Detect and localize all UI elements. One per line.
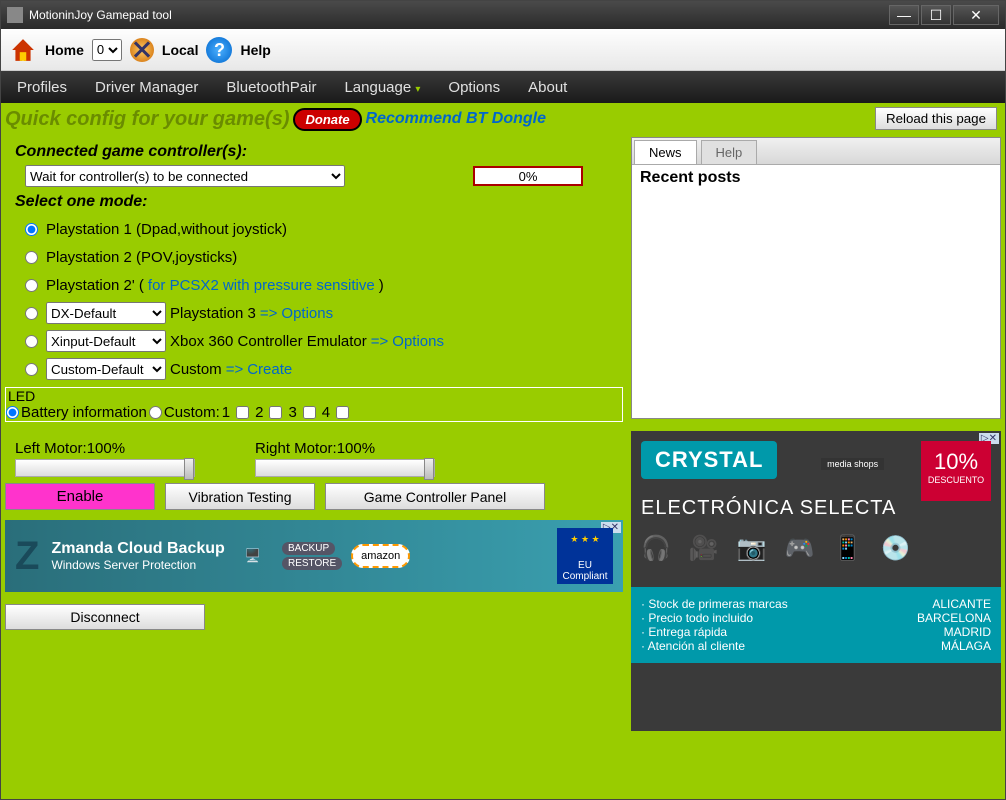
mode-ps2p-link[interactable]: for PCSX2 with pressure sensitive (148, 277, 375, 294)
mode-custom-select[interactable]: Custom-Default (46, 358, 166, 380)
eu-badge: EU Compliant (557, 528, 613, 584)
home-label[interactable]: Home (45, 42, 84, 58)
mode-ps2p-radio[interactable] (25, 279, 38, 292)
mode-title: Select one mode: (15, 193, 623, 211)
mode-ps2-label: Playstation 2 (POV,joysticks) (46, 249, 237, 266)
news-panel: News Help Recent posts (631, 137, 1001, 419)
menu-profiles[interactable]: Profiles (17, 79, 67, 96)
crystal-logo: CRYSTAL (641, 441, 777, 479)
zmanda-logo-icon: Z (15, 534, 39, 579)
app-window: MotioninJoy Gamepad tool — ☐ ✕ Home 0 Lo… (0, 0, 1006, 800)
mode-custom-label: Custom (170, 361, 222, 378)
headphones-icon: 🎧 (641, 534, 671, 563)
mode-dx-select[interactable]: DX-Default (46, 302, 166, 324)
phone-icon: 📱 (833, 534, 863, 563)
right-motor-slider[interactable] (255, 459, 435, 477)
controller-select[interactable]: Wait for controller(s) to be connected (25, 165, 345, 187)
chevron-down-icon: ▾ (415, 84, 420, 95)
titlebar[interactable]: MotioninJoy Gamepad tool — ☐ ✕ (1, 1, 1005, 29)
app-icon (7, 7, 23, 23)
vibration-testing-button[interactable]: Vibration Testing (165, 483, 315, 510)
mode-ps1-label: Playstation 1 (Dpad,without joystick) (46, 221, 287, 238)
window-title: MotioninJoy Gamepad tool (29, 8, 889, 22)
led-3-checkbox[interactable] (303, 406, 316, 419)
mode-ps2p-suffix: ) (379, 277, 384, 294)
menu-language[interactable]: Language ▾ (344, 79, 420, 96)
close-button[interactable]: ✕ (953, 5, 999, 25)
home-select[interactable]: 0 (92, 39, 122, 61)
local-icon[interactable] (130, 38, 154, 62)
side-ad[interactable]: ▷✕ CRYSTAL media shops 10% DESCUENTO ELE… (631, 431, 1001, 731)
led-title: LED (8, 388, 622, 404)
led-battery-label: Battery information (21, 404, 147, 421)
home-icon[interactable] (9, 37, 37, 63)
led-1-checkbox[interactable] (236, 406, 249, 419)
mode-xinput-select[interactable]: Xinput-Default (46, 330, 166, 352)
led-battery-radio[interactable] (6, 406, 19, 419)
recommend-link[interactable]: Recommend BT Dongle (366, 110, 546, 128)
mode-dx-options-link[interactable]: Options (281, 305, 333, 322)
maximize-button[interactable]: ☐ (921, 5, 951, 25)
ad-title: Zmanda Cloud Backup (51, 540, 224, 558)
ad-banner[interactable]: ▷✕ Z Zmanda Cloud Backup Windows Server … (5, 520, 623, 592)
tab-news[interactable]: News (634, 140, 697, 164)
toolbar: Home 0 Local ? Help (1, 29, 1005, 71)
camera-video-icon: 🎥 (689, 534, 719, 563)
menu-bluetooth-pair[interactable]: BluetoothPair (226, 79, 316, 96)
mode-xinput-options-link[interactable]: Options (392, 333, 444, 350)
side-panel: News Help Recent posts ▷✕ CRYSTAL media … (631, 137, 1001, 797)
menu-options[interactable]: Options (448, 79, 500, 96)
donate-button[interactable]: Donate (293, 108, 361, 131)
right-motor-label: Right Motor:100% (255, 440, 435, 457)
reload-button[interactable]: Reload this page (875, 107, 997, 130)
minimize-button[interactable]: — (889, 5, 919, 25)
mode-xinput-label: Xbox 360 Controller Emulator (170, 333, 367, 350)
server-icon: 🖥️ (245, 548, 261, 564)
disconnect-button[interactable]: Disconnect (5, 604, 205, 630)
led-4-checkbox[interactable] (336, 406, 349, 419)
led-custom-label: Custom: (164, 404, 220, 421)
led-section: LED Battery information Custom: 1 2 3 4 (5, 387, 623, 422)
left-motor-label: Left Motor:100% (15, 440, 195, 457)
led-2-checkbox[interactable] (269, 406, 282, 419)
ad-subtitle: Windows Server Protection (51, 558, 224, 572)
led-custom-radio[interactable] (149, 406, 162, 419)
left-motor-slider[interactable] (15, 459, 195, 477)
connected-title: Connected game controller(s): (15, 143, 623, 161)
help-label[interactable]: Help (240, 42, 270, 58)
gamepad-icon: 🎮 (785, 534, 815, 563)
menu-driver-manager[interactable]: Driver Manager (95, 79, 198, 96)
camera-icon: 📷 (737, 534, 767, 563)
news-heading: Recent posts (640, 169, 992, 187)
mode-ps1-radio[interactable] (25, 223, 38, 236)
mode-ps2-radio[interactable] (25, 251, 38, 264)
enable-button[interactable]: Enable (5, 483, 155, 510)
discount-badge: 10% DESCUENTO (921, 441, 991, 501)
amazon-icon: amazon (351, 544, 410, 568)
progress-indicator: 0% (473, 166, 583, 186)
main-panel: Connected game controller(s): Wait for c… (5, 137, 623, 797)
help-icon[interactable]: ? (206, 37, 232, 63)
disc-icon: 💿 (880, 534, 910, 563)
mode-custom-create-link[interactable]: Create (247, 361, 292, 378)
mode-dx-label: Playstation 3 (170, 305, 256, 322)
mode-dx-radio[interactable] (25, 307, 38, 320)
mode-ps2p-prefix: Playstation 2' ( (46, 277, 144, 294)
menu-about[interactable]: About (528, 79, 567, 96)
category-icons: 🎧 🎥 📷 🎮 📱 💿 (641, 534, 991, 563)
content-area: Quick config for your game(s) Donate Rec… (1, 103, 1005, 799)
mode-xinput-radio[interactable] (25, 335, 38, 348)
mode-custom-radio[interactable] (25, 363, 38, 376)
local-label[interactable]: Local (162, 42, 199, 58)
page-title: Quick config for your game(s) (5, 108, 289, 131)
tab-help[interactable]: Help (701, 140, 758, 164)
menubar: Profiles Driver Manager BluetoothPair La… (1, 71, 1005, 103)
game-controller-panel-button[interactable]: Game Controller Panel (325, 483, 545, 510)
